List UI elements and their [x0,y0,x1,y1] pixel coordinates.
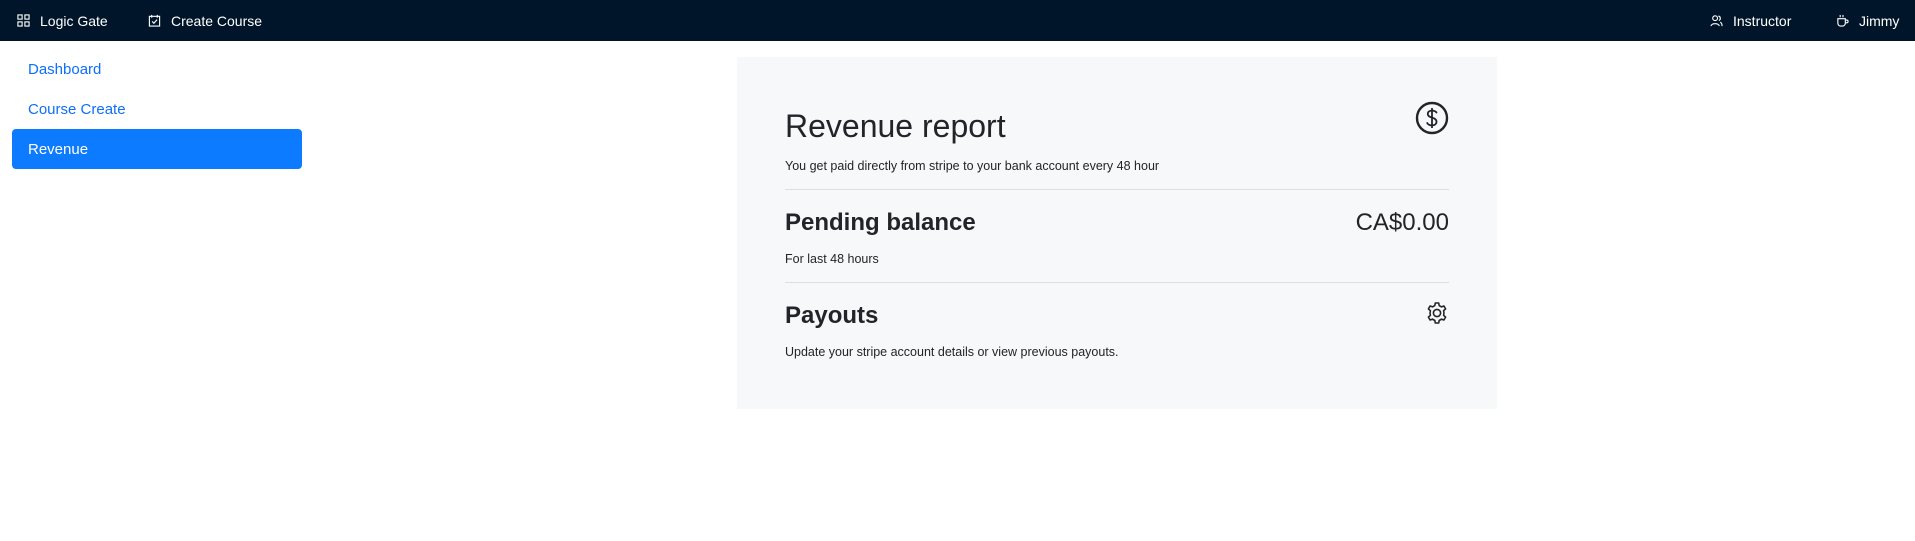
coffee-icon [1837,14,1849,27]
dollar-circle-icon [1415,101,1449,135]
nav-user-menu[interactable]: Jimmy [1836,0,1899,41]
apps-icon [17,14,30,27]
payouts-title: Payouts [785,302,879,329]
calendar-check-icon [148,14,161,27]
nav-instructor[interactable]: Instructor [1710,0,1791,41]
revenue-report-section: Revenue report You get paid directly fro… [785,101,1449,189]
revenue-card-body: Revenue report You get paid directly fro… [785,101,1449,373]
sidebar-item-course-create[interactable]: Course Create [12,89,302,129]
payouts-section: Payouts Update your stripe account detai… [785,283,1449,373]
nav-instructor-label: Instructor [1733,12,1792,29]
nav-user-label: Jimmy [1859,12,1900,29]
nav-logic-gate[interactable]: Logic Gate [17,0,108,41]
nav-create-course[interactable]: Create Course [148,0,262,41]
pending-balance-section: Pending balance CA$0.00 For last 48 hour… [785,190,1449,282]
sidebar-item-label: Revenue [28,140,89,158]
gear-icon[interactable] [1425,301,1449,325]
sidebar-item-label: Dashboard [28,60,102,78]
sidebar: Dashboard Course Create Revenue [12,49,302,169]
pending-balance-note: For last 48 hours [785,252,879,266]
nav-logic-gate-label: Logic Gate [40,12,108,29]
nav-create-course-label: Create Course [171,12,263,29]
top-navbar: Logic Gate Create Course Instructor Jimm… [0,0,1915,41]
revenue-card: Revenue report You get paid directly fro… [737,57,1497,409]
pending-balance-amount: CA$0.00 [1355,209,1449,236]
pending-balance-title: Pending balance [785,209,976,236]
sidebar-item-label: Course Create [28,100,126,118]
page-title: Revenue report [785,108,1006,144]
revenue-subtitle: You get paid directly from stripe to you… [785,159,1160,173]
sidebar-item-dashboard[interactable]: Dashboard [12,49,302,89]
sidebar-item-revenue[interactable]: Revenue [12,129,302,169]
payouts-note: Update your stripe account details or vi… [785,345,1119,359]
team-icon [1710,15,1723,27]
